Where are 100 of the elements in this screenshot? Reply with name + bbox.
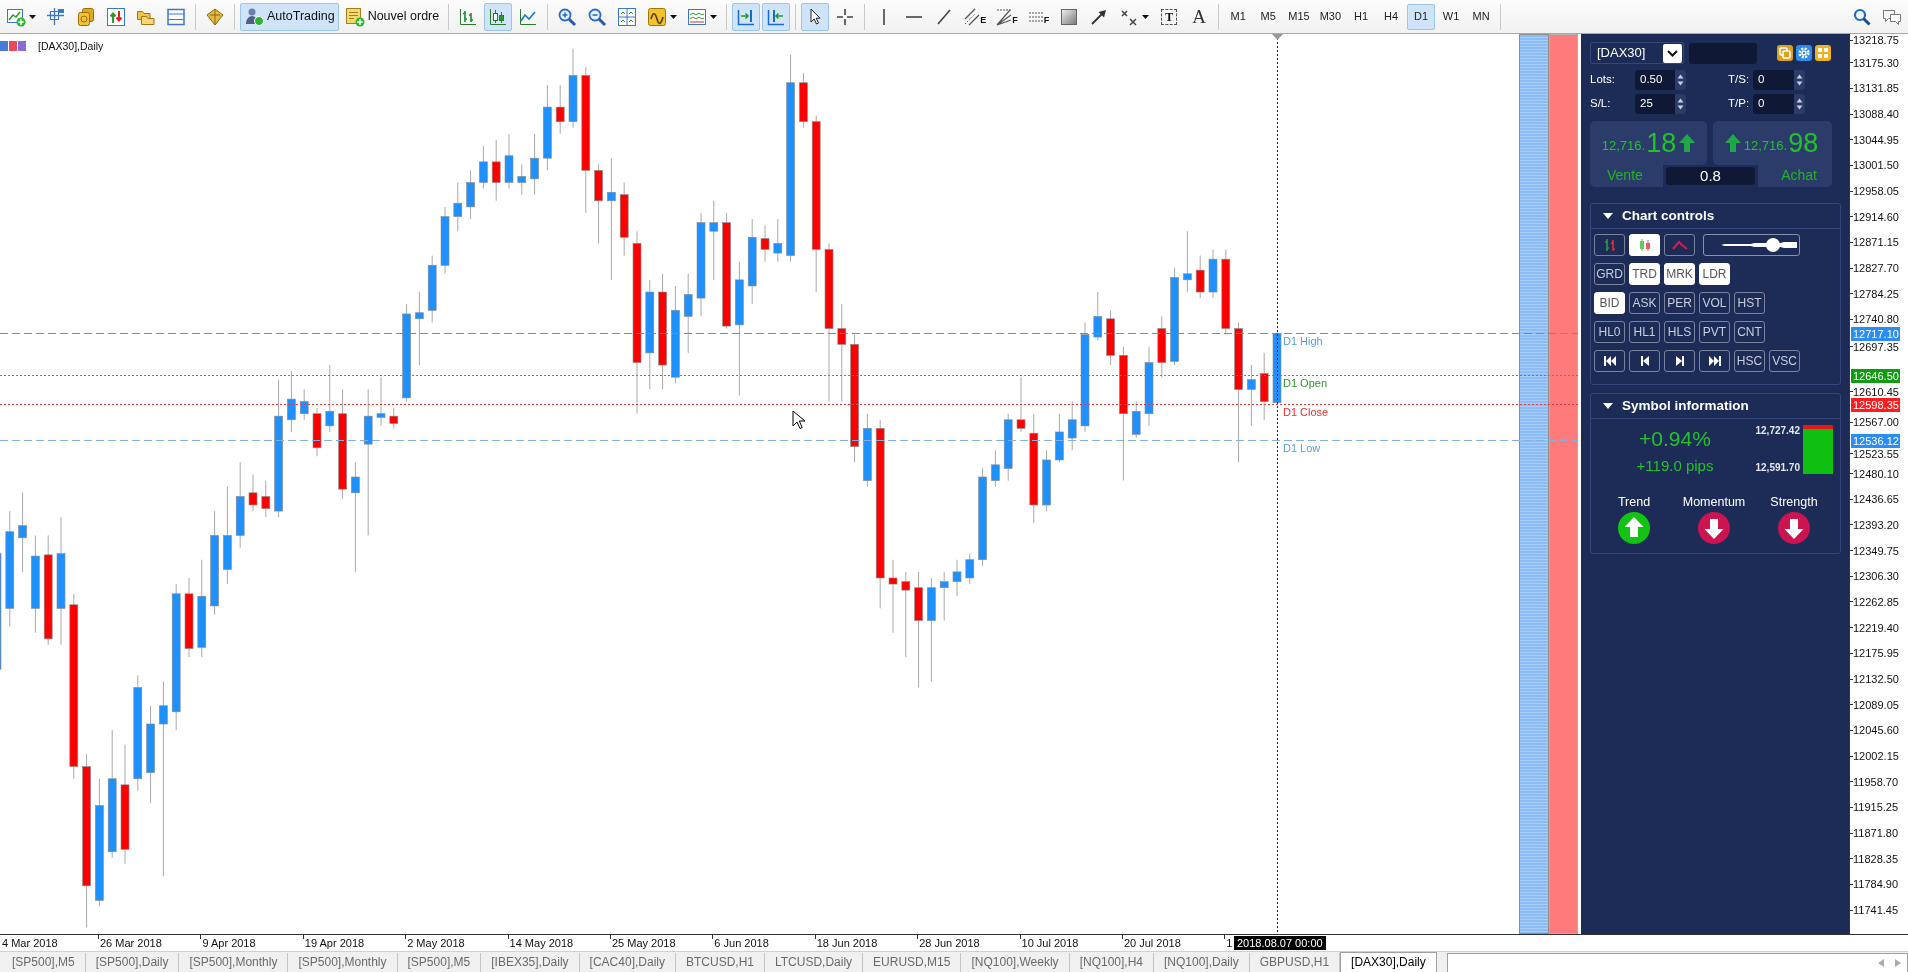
spinner-arrows-icon[interactable] <box>1794 70 1805 90</box>
chevron-down-icon[interactable] <box>1663 43 1682 63</box>
number-field[interactable]: 0 <box>1753 70 1805 90</box>
step-back-button[interactable] <box>1629 350 1660 372</box>
fibonacci-levels-button[interactable]: F <box>1023 2 1054 31</box>
buy-button[interactable]: 12,716.98 <box>1713 121 1832 165</box>
number-field[interactable]: 0 <box>1753 94 1805 114</box>
text-field[interactable] <box>1689 42 1757 64</box>
autotrading-button[interactable]: AutoTrading <box>240 2 339 31</box>
cursor-button[interactable] <box>801 2 830 31</box>
sell-label[interactable]: Vente <box>1590 165 1663 187</box>
spinner-arrows-icon[interactable] <box>1675 94 1686 114</box>
timeframe-button[interactable]: M30 <box>1315 3 1346 30</box>
date-label: 20 Jul 2018 <box>1121 935 1181 950</box>
text-label-button[interactable]: T <box>1155 2 1184 31</box>
symbol-select[interactable]: [DAX30] <box>1590 42 1684 64</box>
timeframe-button[interactable]: D1 <box>1407 3 1436 30</box>
chart-tab[interactable]: [DAX30],Daily <box>1340 952 1437 972</box>
chart-tab[interactable]: [IBEX35],Daily <box>481 953 580 972</box>
sell-button[interactable]: 12,716.18 <box>1590 121 1707 165</box>
field-label: S/L: <box>1590 97 1611 111</box>
channel-button[interactable]: E <box>960 2 991 31</box>
timeframe-button[interactable]: W1 <box>1437 3 1466 30</box>
toggle-button[interactable]: MRK <box>1664 263 1695 285</box>
toggle-button[interactable]: PVT <box>1699 321 1730 343</box>
timeframe-button[interactable]: H1 <box>1347 3 1376 30</box>
chart-tab[interactable]: [SP500],M5 <box>2 953 86 972</box>
spinner-arrows-icon[interactable] <box>1675 70 1686 90</box>
skip-back-button[interactable] <box>1594 350 1625 372</box>
spinner-arrows-icon[interactable] <box>1794 94 1805 114</box>
symbol-flags-icon <box>0 41 26 52</box>
timeframe-button[interactable]: MN <box>1467 3 1496 30</box>
toggle-button[interactable]: CNT <box>1734 321 1765 343</box>
toggle-button[interactable]: TRD <box>1629 263 1660 285</box>
step-forward-button[interactable] <box>1664 350 1695 372</box>
timeframe-button[interactable]: M15 <box>1284 3 1314 30</box>
toggle-button[interactable]: BID <box>1594 292 1625 314</box>
toggle-button[interactable]: HL1 <box>1629 321 1660 343</box>
grid-icon[interactable] <box>1815 45 1831 61</box>
price-tick-label: 11741.45 <box>1850 904 1899 917</box>
number-field[interactable]: 25 <box>1635 94 1686 114</box>
buy-label[interactable]: Achat <box>1758 165 1832 187</box>
chart-tab[interactable]: BTCUSD,H1 <box>675 953 765 972</box>
text-button[interactable]: A <box>1185 2 1214 31</box>
price-tick-label: 12480.10 <box>1850 467 1899 480</box>
toggle-button[interactable]: LDR <box>1699 263 1730 285</box>
toggle-button[interactable]: VSC <box>1769 350 1800 372</box>
chart-tab[interactable]: [NQ100],H4 <box>1069 953 1154 972</box>
chart-tab[interactable]: [NQ100],Daily <box>1154 953 1250 972</box>
price-tag: 12536.12 <box>1851 433 1900 448</box>
settings-icon[interactable] <box>1796 45 1812 61</box>
chart-tab[interactable]: [CAC40],Daily <box>579 953 676 972</box>
signal-label: Momentum <box>1682 494 1746 510</box>
percent-change: +0.94% <box>1638 427 1712 451</box>
toggle-button[interactable]: HL0 <box>1594 321 1625 343</box>
price-tick-label: 12175.95 <box>1850 647 1899 660</box>
chart-tab[interactable]: [NQ100],Weekly <box>961 953 1070 972</box>
toggle-button[interactable]: HLS <box>1664 321 1695 343</box>
price-tick-label: 12045.60 <box>1850 724 1899 737</box>
chart-tab[interactable]: [SP500],Monthly <box>288 953 398 972</box>
chart-tab[interactable]: [SP500],Daily <box>85 953 180 972</box>
spread-display: 0.8 <box>1666 167 1755 185</box>
caret-icon[interactable] <box>1603 401 1613 411</box>
auto-scroll-button[interactable] <box>732 2 761 31</box>
toggle-button[interactable]: HST <box>1734 292 1765 314</box>
chart-tab[interactable]: [SP500],Monthly <box>179 953 289 972</box>
section-header[interactable]: Symbol information <box>1591 394 1840 419</box>
zoom-slider-track[interactable] <box>1703 234 1800 256</box>
chart-template-icon <box>687 6 708 27</box>
new-order-button[interactable]: Nouvel ordre <box>340 2 444 31</box>
copy-icon[interactable] <box>1777 45 1793 61</box>
number-field[interactable]: 0.50 <box>1635 70 1686 90</box>
chart-tab[interactable]: [SP500],M5 <box>397 953 482 972</box>
chart-tab[interactable]: EURUSD,M15 <box>863 953 962 972</box>
toggle-button[interactable]: HSC <box>1734 350 1765 372</box>
candlestick-chart-button[interactable] <box>484 2 513 31</box>
skip-forward-button[interactable] <box>1699 350 1730 372</box>
toggle-button[interactable]: PER <box>1664 292 1695 314</box>
section-header[interactable]: Chart controls <box>1591 204 1840 229</box>
price-tick-label: 11915.25 <box>1850 801 1899 814</box>
price-tag: 12717.10 <box>1851 326 1900 341</box>
chart-shift-button[interactable] <box>762 2 791 31</box>
price-tick-label: 12958.05 <box>1850 185 1899 198</box>
bar-chart-icon <box>458 6 479 27</box>
timeframe-button[interactable]: M1 <box>1224 3 1253 30</box>
candlestick-button[interactable] <box>1629 234 1660 256</box>
toggle-button[interactable]: ASK <box>1629 292 1660 314</box>
price-line-label: D1 High <box>1283 334 1323 348</box>
line-chart-button[interactable] <box>1664 234 1695 256</box>
slider-thumb[interactable] <box>1766 238 1781 252</box>
signal-label: Strength <box>1770 494 1818 510</box>
trendline-icon <box>937 8 952 25</box>
timeframe-button[interactable]: H4 <box>1377 3 1406 30</box>
timeframe-button[interactable]: M5 <box>1254 3 1283 30</box>
chart-tab[interactable]: LTCUSD,Daily <box>765 953 864 972</box>
bar-chart-button[interactable] <box>1594 234 1625 256</box>
toggle-button[interactable]: GRD <box>1594 263 1625 285</box>
fibonacci-fan-button[interactable]: F <box>992 2 1022 31</box>
toggle-button[interactable]: VOL <box>1699 292 1730 314</box>
caret-icon[interactable] <box>1603 211 1613 221</box>
